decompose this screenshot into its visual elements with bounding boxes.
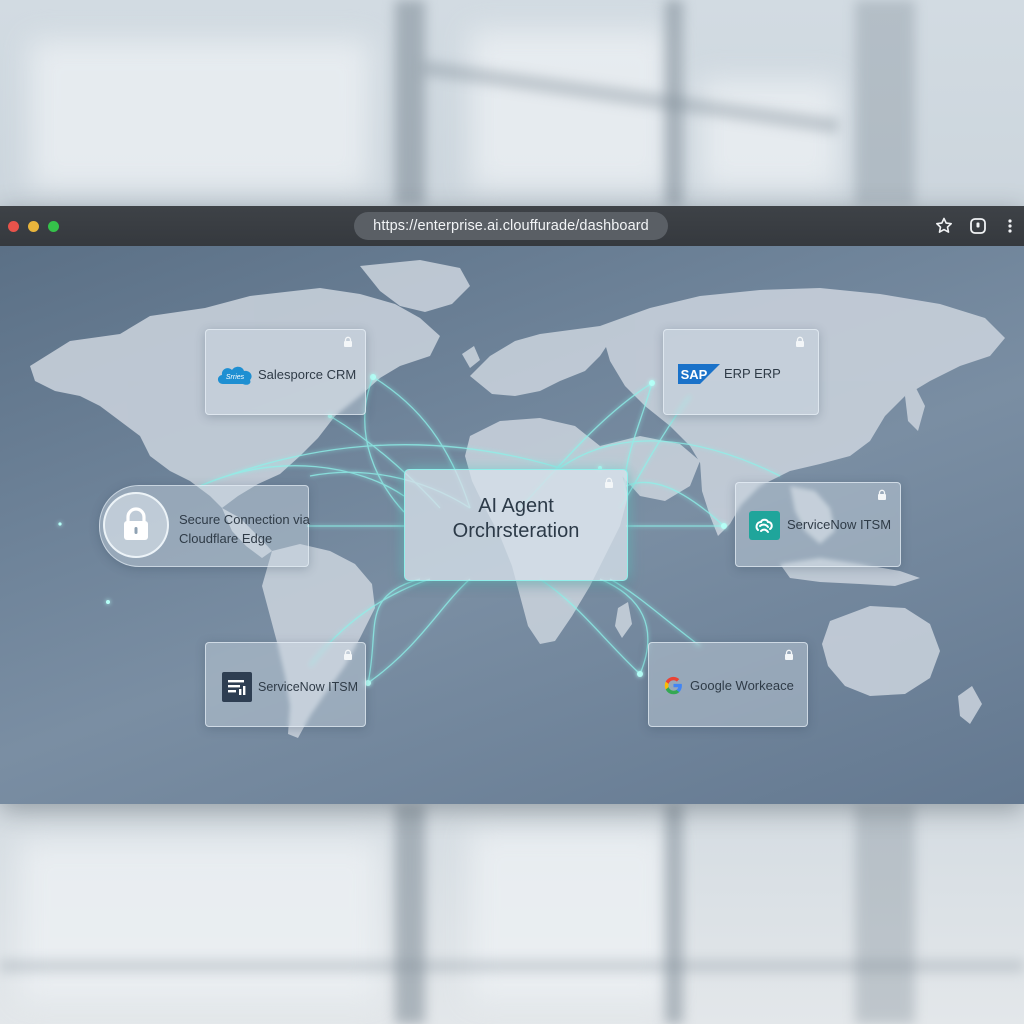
lock-icon [605,477,613,488]
lock-icon [878,489,886,500]
google-g-icon [664,676,682,695]
integration-card-servicenow-left[interactable]: ServiceNow ITSM [205,642,366,727]
servicenow-doc-icon [222,672,252,702]
secure-lock-badge [103,492,169,558]
hub-title: AI Agent Orchrsteration [452,495,580,542]
lock-icon [796,336,804,347]
svg-text:Srries: Srries [226,374,245,381]
servicenow-icon [749,511,780,540]
star-icon[interactable] [934,216,954,236]
integration-label: ERP ERP [724,366,781,381]
padlock-icon [124,507,148,540]
lock-icon [785,649,793,660]
dashboard-canvas: Srries Salesporce CRM SAP ERP ERP AI Age… [0,246,1024,804]
integration-card-salesforce[interactable]: Srries Salesporce CRM [205,329,366,415]
lock-icon [344,336,352,347]
integration-label: Salesporce CRM [258,367,357,382]
secure-connection-indicator[interactable]: Secure Connection via Cloudflare Edge [99,485,310,567]
window-minimize-button[interactable] [28,221,39,232]
integration-label: ServiceNow ITSM [258,680,359,694]
ai-agent-orchestration-hub[interactable]: AI Agent Orchrsteration [404,469,628,581]
svg-text:SAP: SAP [681,367,708,382]
extension-icon[interactable] [968,216,988,236]
secure-connection-text: Secure Connection via Cloudflare Edge [179,512,310,546]
browser-window: https://enterprise.ai.clouffurade/dashbo… [0,206,1024,804]
integration-card-google-workspace[interactable]: Google Workeace [648,642,808,727]
integration-card-sap[interactable]: SAP ERP ERP [663,329,819,415]
window-maximize-button[interactable] [48,221,59,232]
integration-label: ServiceNow ITSM [787,517,892,532]
salesforce-cloud-icon: Srries [217,366,252,385]
browser-titlebar: https://enterprise.ai.clouffurade/dashbo… [0,206,1024,246]
address-bar[interactable]: https://enterprise.ai.clouffurade/dashbo… [354,212,668,240]
window-close-button[interactable] [8,221,19,232]
integration-label: Google Workeace [690,678,794,693]
lock-icon [344,649,352,660]
integration-card-servicenow-right[interactable]: ServiceNow ITSM [735,482,901,567]
kebab-menu-icon[interactable] [1003,216,1017,236]
sap-logo-icon: SAP [678,364,720,384]
